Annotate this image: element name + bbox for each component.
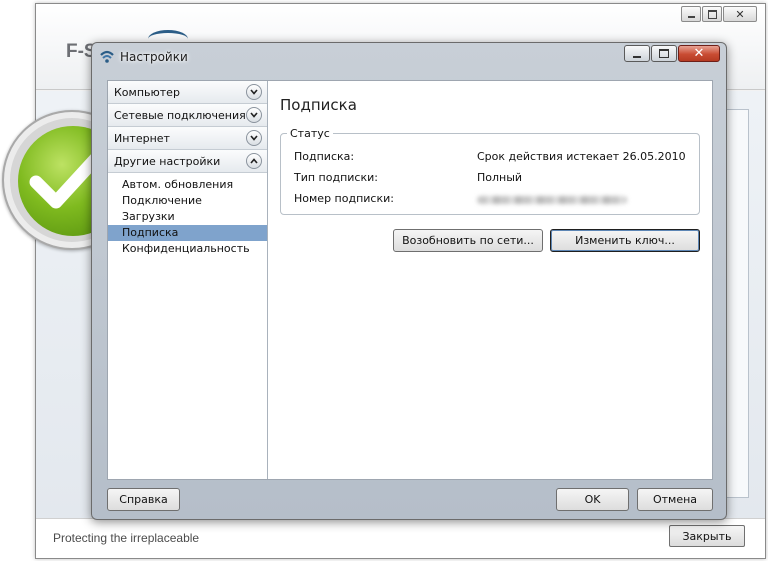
nav-item-auto-updates[interactable]: Автом. обновления [108,177,267,193]
dialog-window-controls: ✕ [623,45,720,62]
nav-section-network[interactable]: Сетевые подключения [108,104,267,127]
status-group-legend: Статус [287,127,333,140]
chevron-down-icon[interactable] [246,107,262,123]
dialog-title: Настройки [120,50,188,64]
nav-section-computer[interactable]: Компьютер [108,81,267,104]
redacted-number [477,196,627,204]
nav-item-privacy[interactable]: Конфиденциальность [108,241,267,257]
app-tagline: Protecting the irreplaceable [53,531,200,545]
nav-section-label: Другие настройки [114,154,221,168]
ok-button[interactable]: OK [556,488,629,511]
settings-navigation: Компьютер Сетевые подключения Интернет Д… [108,81,268,479]
subscription-type-label: Тип подписки: [294,171,378,184]
page-title: Подписка [280,96,357,114]
nav-section-label: Интернет [114,131,170,145]
subscription-type-value: Полный [477,171,523,184]
dialog-maximize-button[interactable] [651,45,677,62]
subscription-number-label: Номер подписки: [294,192,394,205]
app-window-controls: ✕ [680,6,757,22]
subscription-value: Срок действия истекает 26.05.2010 [477,150,686,163]
change-key-button[interactable]: Изменить ключ... [550,229,700,252]
nav-section-label: Компьютер [114,85,180,99]
dialog-titlebar[interactable]: Настройки ✕ [92,43,726,69]
dialog-close-button[interactable]: ✕ [678,45,720,62]
nav-section-internet[interactable]: Интернет [108,127,267,150]
renew-online-button[interactable]: Возобновить по сети... [393,229,543,252]
app-maximize-button[interactable] [702,6,722,22]
dialog-client-area: Компьютер Сетевые подключения Интернет Д… [107,80,713,480]
subscription-number-value [477,192,627,207]
app-close-window-button[interactable]: ✕ [723,6,757,22]
subscription-label: Подписка: [294,150,355,163]
app-shield-icon [100,50,114,63]
dialog-minimize-button[interactable] [624,45,650,62]
nav-section-label: Сетевые подключения [114,108,246,122]
nav-item-subscription[interactable]: Подписка [108,225,267,241]
status-group: Статус Подписка: Срок действия истекает … [280,127,700,215]
nav-item-connection[interactable]: Подключение [108,193,267,209]
nav-subitems: Автом. обновления Подключение Загрузки П… [108,173,267,257]
app-footer: Protecting the irreplaceable Закрыть [36,518,765,558]
chevron-up-icon[interactable] [246,153,262,169]
cancel-button[interactable]: Отмена [637,488,713,511]
nav-section-other-settings[interactable]: Другие настройки [108,150,267,173]
chevron-down-icon[interactable] [246,130,262,146]
help-button[interactable]: Справка [107,488,180,511]
app-close-button[interactable]: Закрыть [669,525,745,547]
chevron-down-icon[interactable] [246,84,262,100]
close-icon: ✕ [693,46,705,61]
settings-dialog: Настройки ✕ Компьютер Сетевые подключени… [91,42,727,520]
nav-item-downloads[interactable]: Загрузки [108,209,267,225]
app-minimize-button[interactable] [681,6,701,22]
settings-content: Подписка Статус Подписка: Срок действия … [280,81,712,479]
